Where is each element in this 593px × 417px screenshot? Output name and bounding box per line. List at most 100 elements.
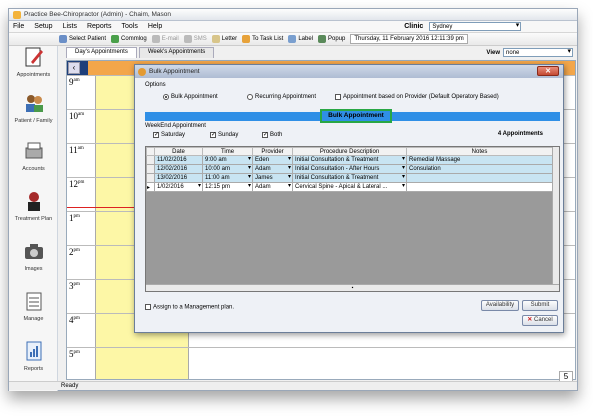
procedure-select[interactable]: Initial Consultation & Treatment <box>292 155 407 165</box>
datetime-display: Thursday, 11 February 2016 12:11:39 pm <box>350 34 468 44</box>
view-filter: View none <box>486 48 573 57</box>
patient-icon <box>59 35 67 43</box>
sms-button[interactable]: SMS <box>183 35 207 43</box>
table-row[interactable]: 12/02/2016 10:00 am Adam Initial Consult… <box>146 164 553 174</box>
time-select[interactable]: 10:00 am <box>202 164 253 174</box>
saturday-checkbox[interactable]: ✓ Saturday <box>153 132 185 138</box>
provider-based-checkbox[interactable]: Appointment based on Provider (Default O… <box>335 94 499 100</box>
label-button[interactable]: Label <box>288 35 313 43</box>
letter-icon <box>211 35 220 43</box>
check-icon: ✓ <box>153 132 160 138</box>
table-row[interactable]: 11/02/2016 9:00 am Eden Initial Consulta… <box>146 155 553 165</box>
tab-days-appointments[interactable]: Day's Appointments <box>66 47 137 58</box>
table-row-current[interactable]: ▸ 1/02/2016 12:15 pm Adam Cervical Spine… <box>146 182 553 192</box>
sidebar-item-accounts[interactable]: Accounts <box>9 140 58 172</box>
window-title: Practice Bee-Chiropractor (Admin) - Chai… <box>24 11 172 18</box>
appointments-icon <box>25 47 43 67</box>
menu-setup[interactable]: Setup <box>34 23 52 30</box>
view-tabs: Day's Appointments Week's Appointments <box>66 47 216 58</box>
appointment-count: 4 Appointments <box>497 131 543 137</box>
column-header-procedure[interactable]: Procedure Description <box>292 147 407 156</box>
notes-cell[interactable]: Remedial Massage <box>406 155 553 165</box>
date-picker[interactable]: 1/02/2016 <box>154 182 203 192</box>
time-select[interactable]: 12:15 pm <box>202 182 253 192</box>
date-cell[interactable]: 11/02/2016 <box>154 155 203 165</box>
sunday-checkbox[interactable]: ✓ Sunday <box>210 132 238 138</box>
commlog-button[interactable]: Commlog <box>111 35 147 43</box>
task-icon <box>242 35 251 43</box>
table-row[interactable]: 13/02/2016 11:00 am James Initial Consul… <box>146 173 553 183</box>
horizontal-scrollbar[interactable]: ▪ <box>146 284 559 291</box>
notes-cell[interactable]: Consulation <box>406 164 553 174</box>
assign-management-plan-checkbox[interactable]: Assign to a Management plan. <box>145 304 234 311</box>
notes-cell[interactable] <box>406 182 553 192</box>
dialog-title-bar: Bulk Appointment <box>135 65 563 78</box>
view-select[interactable]: none <box>503 48 573 57</box>
radio-icon <box>247 94 253 100</box>
column-header-time[interactable]: Time <box>202 147 253 156</box>
notes-cell[interactable] <box>406 173 553 183</box>
recurring-appointment-radio[interactable]: Recurring Appointment <box>247 94 316 100</box>
radio-selected-icon <box>163 94 169 100</box>
close-button[interactable]: ✕ <box>537 66 559 76</box>
letter-button[interactable]: Letter <box>211 35 237 43</box>
tab-weeks-appointments[interactable]: Week's Appointments <box>138 47 215 58</box>
clinic-label: Clinic <box>404 23 424 30</box>
to-task-list-button[interactable]: To Task List <box>242 35 283 43</box>
popup-icon <box>318 35 327 43</box>
procedure-select[interactable]: Cervical Spine - Apical & Lateral ... <box>292 182 407 192</box>
hour-row: 5pm <box>67 347 575 381</box>
clinic-select[interactable]: Sydney <box>429 22 522 31</box>
email-button[interactable]: E-mail <box>151 35 179 43</box>
provider-select[interactable]: James <box>252 173 293 183</box>
sidebar-item-reports[interactable]: Reports <box>9 340 58 372</box>
status-bar: Ready <box>9 381 577 390</box>
sidebar-item-appointments[interactable]: Appointments <box>9 46 58 78</box>
provider-select[interactable]: Adam <box>252 182 293 192</box>
sms-icon <box>183 35 192 43</box>
checkbox-icon <box>145 304 151 310</box>
select-patient-button[interactable]: Select Patient <box>59 35 106 43</box>
date-cell[interactable]: 12/02/2016 <box>154 164 203 174</box>
menu-reports[interactable]: Reports <box>87 23 112 30</box>
column-header-provider[interactable]: Provider <box>252 147 293 156</box>
menu-lists[interactable]: Lists <box>63 23 77 30</box>
sidebar-item-treatment-plan[interactable]: Treatment Plan <box>9 190 58 222</box>
time-select[interactable]: 11:00 am <box>202 173 253 183</box>
label-icon <box>288 35 297 43</box>
check-icon: ✓ <box>210 132 217 138</box>
dialog-title: Bulk Appointment <box>149 68 200 75</box>
menu-help[interactable]: Help <box>148 23 162 30</box>
both-checkbox[interactable]: ✓ Both <box>262 132 282 138</box>
provider-select[interactable]: Adam <box>252 164 293 174</box>
menu-tools[interactable]: Tools <box>122 23 138 30</box>
weekend-label: WeekEnd Appointment <box>145 123 206 129</box>
column-header-notes[interactable]: Notes <box>406 147 553 156</box>
time-select[interactable]: 9:00 am <box>202 155 253 165</box>
date-cell[interactable]: 13/02/2016 <box>154 173 203 183</box>
email-icon <box>151 35 160 43</box>
calendar-prev-button[interactable]: ‹ <box>68 62 80 74</box>
view-label: View <box>486 49 500 56</box>
procedure-select[interactable]: Initial Consultation & Treatment <box>292 173 407 183</box>
provider-select[interactable]: Eden <box>252 155 293 165</box>
treatment-plan-icon <box>27 192 40 211</box>
cancel-button[interactable]: ✕ Cancel <box>522 315 558 326</box>
submit-button[interactable]: Submit <box>522 300 558 311</box>
sidebar-item-patient-family[interactable]: Patient / Family <box>9 92 58 124</box>
procedure-select[interactable]: Initial Consultation - After Hours <box>292 164 407 174</box>
vertical-scrollbar[interactable] <box>552 147 559 286</box>
appointments-grid: Date Time Provider Procedure Description… <box>145 146 560 292</box>
table-header-row: Date Time Provider Procedure Description… <box>146 147 553 156</box>
availability-button[interactable]: Availability <box>481 300 519 311</box>
bulk-appointment-radio[interactable]: Bulk Appointment <box>163 94 218 100</box>
menu-file[interactable]: File <box>13 23 24 30</box>
bulk-appointment-dialog: Bulk Appointment ✕ Options Bulk Appointm… <box>134 64 564 333</box>
sidebar-item-images[interactable]: Images <box>9 240 58 272</box>
sidebar-item-manage[interactable]: Manage <box>9 290 58 322</box>
check-icon: ✓ <box>262 132 269 138</box>
manage-icon <box>26 292 41 311</box>
accounts-icon <box>25 142 42 159</box>
column-header-date[interactable]: Date <box>154 147 203 156</box>
popup-button[interactable]: Popup <box>318 35 345 43</box>
